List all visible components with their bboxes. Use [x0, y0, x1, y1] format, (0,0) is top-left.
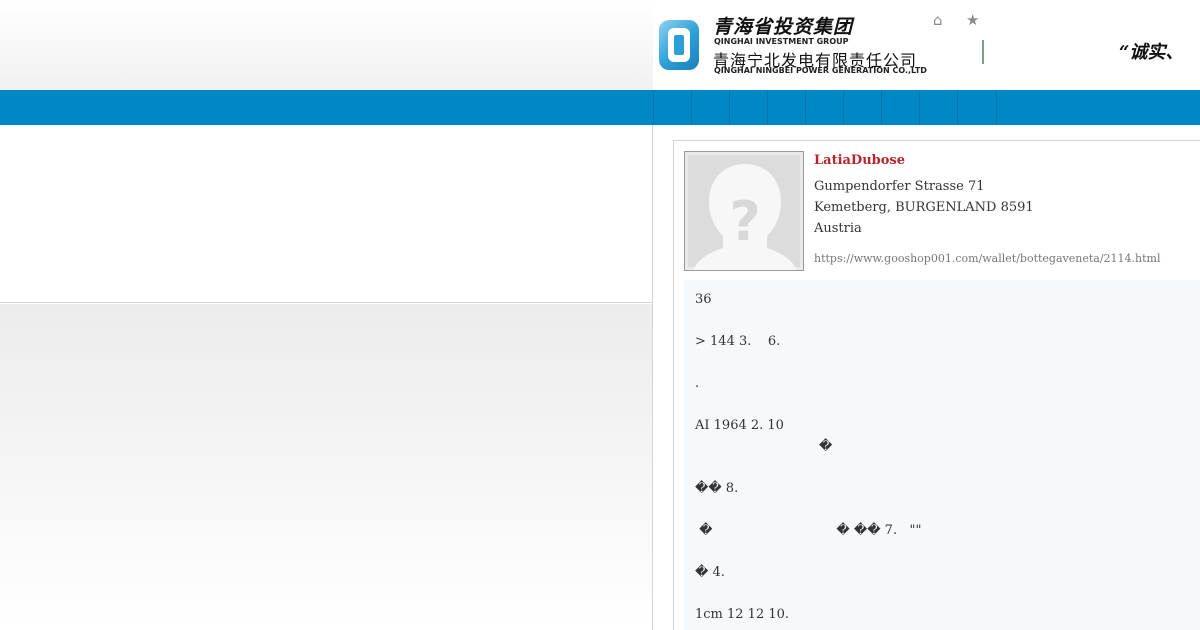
post-line: > 144 3. 6. [695, 334, 781, 349]
address-line-2: Kemetberg, BURGENLAND 8591 [814, 200, 1034, 215]
post-line: � � �� 7. "" [695, 523, 922, 538]
left-content-panel [0, 125, 653, 303]
post-line: � [695, 439, 833, 454]
logo-company-name-en: QINGHAI NINGBEI POWER GENERATION CO.,LTD [714, 66, 927, 75]
post-line: � 4. [695, 565, 725, 580]
post-line: . [695, 376, 700, 391]
header-divider [982, 40, 984, 64]
nav-item-4[interactable] [768, 90, 806, 125]
post-line: AI 1964 2. 10 [695, 418, 784, 433]
company-logo-icon[interactable] [659, 20, 699, 70]
left-nav-bar [0, 90, 653, 125]
nav-item-7[interactable] [882, 90, 920, 125]
nav-item-9[interactable] [958, 90, 997, 125]
svg-text:?: ? [729, 190, 760, 253]
site-header: 青海省投资集团 QINGHAI INVESTMENT GROUP 青海宁北发电有… [653, 0, 1200, 90]
nav-item-3[interactable] [730, 90, 768, 125]
left-column [0, 0, 653, 630]
post-line: 1cm 12 12 10. [695, 607, 790, 622]
avatar-placeholder-icon: ? [684, 151, 804, 271]
post-line: �� 8. [695, 481, 739, 496]
main-nav [653, 90, 1200, 125]
address-country: Austria [814, 221, 862, 236]
left-header-background [0, 0, 653, 90]
nav-item-1[interactable] [653, 90, 692, 125]
logo-group-name-cn: 青海省投资集团 [713, 16, 854, 38]
left-lower-panel [0, 304, 653, 630]
user-website-link[interactable]: https://www.gooshop001.com/wallet/botteg… [814, 252, 1160, 265]
header-slogan: “诚实、 [1119, 42, 1184, 63]
nav-item-8[interactable] [920, 90, 958, 125]
address-line-1: Gumpendorfer Strasse 71 [814, 179, 985, 194]
nav-item-5[interactable] [806, 90, 844, 125]
home-icon[interactable]: ⌂ [933, 11, 943, 29]
nav-item-2[interactable] [692, 90, 730, 125]
user-name-link[interactable]: LatiaDubose [814, 153, 905, 168]
post-body: 36 > 144 3. 6. . AI 1964 2. 10 � �� 8. �… [684, 280, 1200, 630]
post-line: 36 [695, 292, 712, 307]
favorite-star-icon[interactable]: ★ [966, 11, 979, 29]
logo-group-name-en: QINGHAI INVESTMENT GROUP [714, 37, 849, 46]
nav-item-6[interactable] [844, 90, 882, 125]
column-divider [652, 125, 653, 630]
